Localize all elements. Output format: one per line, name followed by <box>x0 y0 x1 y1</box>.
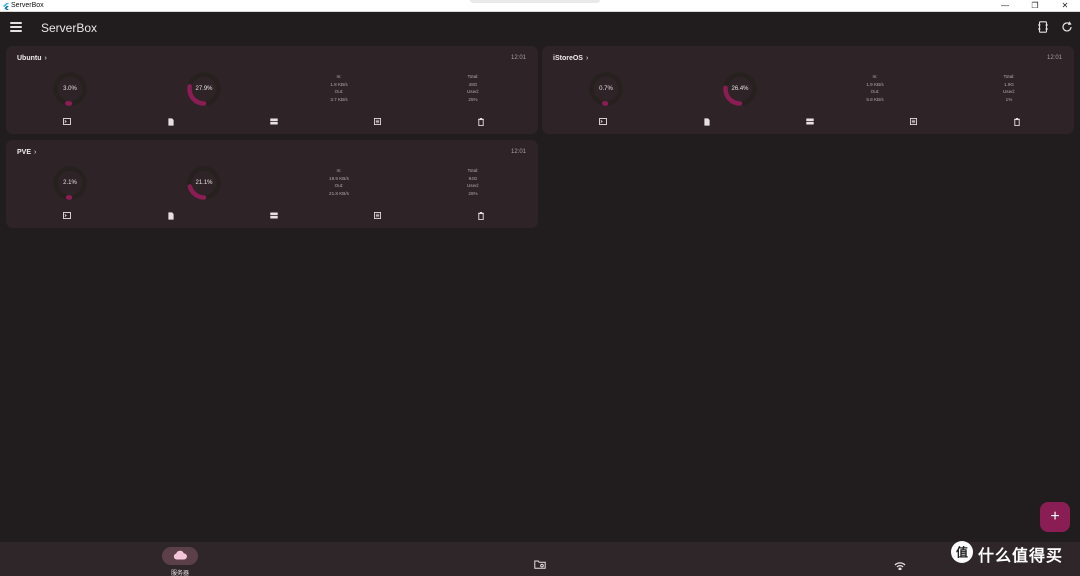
net-stats: In: 19.9 KB/s Out: 21.8 KB/s <box>319 167 359 197</box>
net-out-value: 5.8 KB/s <box>866 96 884 102</box>
server-name[interactable]: Ubuntu › <box>17 55 47 62</box>
net-out-label: Out: <box>334 183 344 189</box>
server-time: 12:01 <box>1046 55 1062 61</box>
net-out-label: Out: <box>870 89 880 95</box>
chevron-right-icon: › <box>44 55 47 62</box>
disk-total-label: Total: <box>467 168 479 173</box>
server-card[interactable]: PVE › 12:01 2.1% 21.1% In: 19.9 KB/s Out: 21.8 K… <box>6 140 538 228</box>
server-list-icon[interactable] <box>805 117 814 126</box>
disk-used-value: 1% <box>1005 96 1013 102</box>
window-title: ServerBox <box>11 2 44 9</box>
disk-stats: Total: 48G Used: 25% <box>453 73 493 103</box>
terminal-icon[interactable] <box>62 211 71 220</box>
disk-total-value: 48G <box>468 81 478 87</box>
disk-used-label: Used: <box>466 89 479 95</box>
app-bar: ServerBox <box>0 12 1080 46</box>
server-card[interactable]: Ubuntu › 12:01 3.0% 27.9% In: 1.8 KB/s Out: 3.7 … <box>6 46 538 134</box>
net-out-label: Out: <box>334 89 344 95</box>
disk-total-value: 1.9G <box>1004 81 1014 87</box>
docker-icon[interactable] <box>909 117 918 126</box>
add-server-button[interactable]: + <box>1040 502 1070 532</box>
net-out-value: 3.7 KB/s <box>330 96 348 102</box>
net-in-value: 19.9 KB/s <box>329 175 349 181</box>
page-title: ServerBox <box>41 21 98 35</box>
server-time: 12:01 <box>510 55 526 61</box>
chevron-right-icon: › <box>34 149 37 156</box>
cpu-gauge: 3.0% <box>52 71 88 107</box>
cpu-gauge: 2.1% <box>52 165 88 201</box>
server-card[interactable]: iStoreOS › 12:01 0.7% 26.4% In: 1.9 KB/s Out: 5.… <box>542 46 1074 134</box>
disk-total-label: Total: <box>467 74 479 79</box>
nav-label-servers: 服务器 <box>170 571 189 576</box>
cloud-icon <box>173 547 187 565</box>
disk-total-value: 94G <box>468 175 478 181</box>
cpu-label: 2.1% <box>63 180 77 186</box>
terminal-icon[interactable] <box>62 117 71 126</box>
net-out-value: 21.8 KB/s <box>329 190 349 196</box>
server-name[interactable]: PVE › <box>17 149 36 156</box>
server-time: 12:01 <box>510 149 526 155</box>
wifi-icon <box>894 557 906 575</box>
mem-gauge: 27.9% <box>186 71 222 107</box>
net-stats: In: 1.8 KB/s Out: 3.7 KB/s <box>319 73 359 103</box>
file-icon[interactable] <box>166 117 175 126</box>
net-in-label: In: <box>336 74 342 79</box>
maximize-button[interactable]: ❐ <box>1020 0 1050 12</box>
delete-icon[interactable] <box>476 211 485 220</box>
file-icon[interactable] <box>166 211 175 220</box>
docker-icon[interactable] <box>373 117 382 126</box>
net-in-label: In: <box>872 74 878 79</box>
disk-used-label: Used: <box>466 183 479 189</box>
watermark: 值 什么值得买 <box>950 540 1064 569</box>
cpu-label: 3.0% <box>63 86 77 92</box>
chevron-right-icon: › <box>585 55 589 62</box>
disk-used-label: Used: <box>1002 89 1015 95</box>
disk-total-label: Total: <box>1003 74 1015 79</box>
flutter-icon <box>3 2 9 10</box>
watermark-text: 什么值得买 <box>978 548 1064 565</box>
folder-icon <box>534 556 546 574</box>
disk-used-value: 26% <box>468 190 478 196</box>
mem-gauge: 21.1% <box>186 165 222 201</box>
delete-icon[interactable] <box>1012 117 1021 126</box>
nav-item-ssh[interactable] <box>892 542 908 576</box>
title-grip <box>470 0 600 3</box>
server-switch-icon[interactable] <box>1036 20 1050 34</box>
disk-used-value: 25% <box>468 96 478 102</box>
net-stats: In: 1.9 KB/s Out: 5.8 KB/s <box>855 73 895 103</box>
card-actions <box>542 117 1074 126</box>
cpu-label: 0.7% <box>599 86 613 92</box>
terminal-icon[interactable] <box>598 117 607 126</box>
net-in-value: 1.8 KB/s <box>330 81 348 87</box>
net-in-value: 1.9 KB/s <box>866 81 884 87</box>
refresh-icon[interactable] <box>1060 20 1074 34</box>
card-actions <box>6 211 538 220</box>
mem-gauge: 26.4% <box>722 71 758 107</box>
delete-icon[interactable] <box>476 117 485 126</box>
bottom-navigation: 服务器 <box>0 542 1080 576</box>
net-in-label: In: <box>336 168 342 173</box>
mem-label: 26.4% <box>731 86 749 92</box>
window-titlebar: ServerBox — ❐ ✕ <box>0 0 1080 12</box>
server-name[interactable]: iStoreOS › <box>553 55 588 62</box>
nav-item-files[interactable] <box>532 542 548 576</box>
nav-item-servers[interactable]: 服务器 <box>162 542 198 576</box>
server-list-icon[interactable] <box>269 211 278 220</box>
disk-stats: Total: 94G Used: 26% <box>453 167 493 197</box>
mem-label: 21.1% <box>195 180 213 186</box>
menu-icon[interactable] <box>10 22 22 32</box>
close-button[interactable]: ✕ <box>1050 0 1080 12</box>
docker-icon[interactable] <box>373 211 382 220</box>
card-actions <box>6 117 538 126</box>
svg-text:值: 值 <box>956 544 968 559</box>
disk-stats: Total: 1.9G Used: 1% <box>989 73 1029 103</box>
cpu-gauge: 0.7% <box>588 71 624 107</box>
smzdm-logo-icon: 值 <box>950 540 974 569</box>
minimize-button[interactable]: — <box>990 0 1020 12</box>
mem-label: 27.9% <box>195 86 213 92</box>
server-list-icon[interactable] <box>269 117 278 126</box>
file-icon[interactable] <box>702 117 711 126</box>
